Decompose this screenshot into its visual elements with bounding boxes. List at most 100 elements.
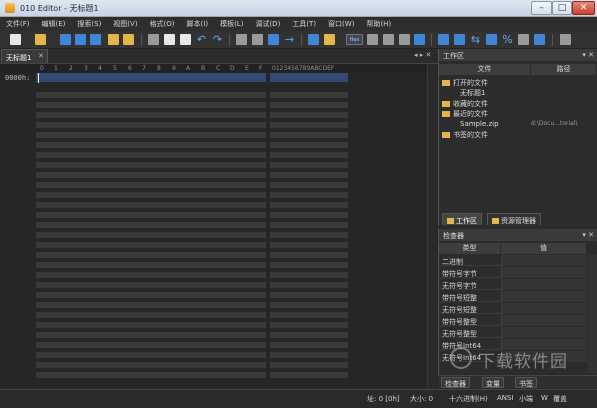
- inspector-row[interactable]: 带符号整型: [439, 315, 587, 326]
- replace-icon[interactable]: [252, 34, 263, 45]
- menu-template[interactable]: 模板(L): [220, 19, 243, 29]
- inspector-value[interactable]: [501, 315, 587, 326]
- status-overwrite[interactable]: 覆盖: [553, 394, 567, 404]
- menu-view[interactable]: 视图(V): [113, 19, 137, 29]
- inspector-row[interactable]: 无符号整型: [439, 327, 587, 338]
- tree-recent-files[interactable]: 最近的文件: [442, 109, 488, 119]
- operations-icon[interactable]: ⇆: [470, 34, 481, 45]
- inspector-row[interactable]: 无符号短整: [439, 303, 587, 314]
- find-icon[interactable]: [236, 34, 247, 45]
- tab-workspace[interactable]: 工作区: [442, 213, 482, 225]
- goto-icon[interactable]: →: [284, 34, 295, 45]
- empty-ascii-row: [270, 222, 348, 228]
- toolbar-separator: [301, 34, 302, 46]
- hex-col: 7: [142, 65, 146, 72]
- empty-ascii-row: [270, 142, 348, 148]
- text-mode-icon[interactable]: [367, 34, 378, 45]
- menu-search[interactable]: 搜索(S): [77, 19, 101, 29]
- compare-files-icon[interactable]: [518, 34, 529, 45]
- workspace-icon[interactable]: [123, 34, 134, 45]
- tree-item-untitled[interactable]: 无标题1: [460, 88, 485, 98]
- panel-menu-icon[interactable]: ▾ ✕: [582, 51, 594, 59]
- menu-tools[interactable]: 工具(T): [292, 19, 316, 29]
- status-write-mode[interactable]: W: [541, 394, 548, 402]
- open-file-icon[interactable]: [35, 34, 46, 45]
- status-address: 址: 0 [0h]: [367, 395, 400, 403]
- save-as-icon[interactable]: [75, 34, 86, 45]
- checksum-icon[interactable]: [454, 34, 465, 45]
- save-all-icon[interactable]: [90, 34, 101, 45]
- status-charset[interactable]: ANSI: [497, 394, 514, 402]
- menu-window[interactable]: 窗口(W): [328, 19, 354, 29]
- menu-help[interactable]: 帮助(H): [366, 19, 391, 29]
- inspector-scrollbar[interactable]: [588, 255, 597, 373]
- find-in-files-icon[interactable]: [268, 34, 279, 45]
- menu-format[interactable]: 格式(O): [150, 19, 175, 29]
- tab-bookmarks[interactable]: 书签: [515, 377, 537, 388]
- pause-icon[interactable]: [560, 34, 571, 45]
- editor-tab[interactable]: 无标题1 ✕: [1, 49, 48, 63]
- new-file-icon[interactable]: [10, 34, 21, 45]
- inspector-row[interactable]: 带符号字节: [439, 267, 587, 278]
- tree-open-files[interactable]: 打开的文件: [442, 78, 488, 88]
- tree-item-sample[interactable]: Sample.zip: [460, 120, 499, 128]
- tree-favorite-files[interactable]: 收藏的文件: [442, 99, 488, 109]
- column-type[interactable]: 类型: [439, 243, 501, 254]
- percent-icon[interactable]: %: [502, 34, 513, 45]
- inspector-row[interactable]: 带符号短整: [439, 291, 587, 302]
- inspector-value[interactable]: [501, 267, 587, 278]
- inspector-value[interactable]: [501, 291, 587, 302]
- panel-menu-icon[interactable]: ▾ ✕: [582, 231, 594, 239]
- vertical-scrollbar[interactable]: [427, 64, 437, 389]
- tab-variables[interactable]: 变量: [482, 377, 504, 388]
- paste-icon[interactable]: [180, 34, 191, 45]
- close-tab-icon[interactable]: ✕: [38, 52, 44, 60]
- tab-explorer[interactable]: 资源管理器: [487, 213, 541, 225]
- menu-file[interactable]: 文件(F): [6, 19, 30, 29]
- cut-icon[interactable]: [148, 34, 159, 45]
- compare-icon[interactable]: [308, 34, 319, 45]
- inspector-value[interactable]: [501, 255, 587, 266]
- hex-mode-icon[interactable]: Hex: [346, 34, 363, 45]
- columns-icon[interactable]: [399, 34, 410, 45]
- inspector-row[interactable]: 二进制: [439, 255, 587, 266]
- status-encoding-mode[interactable]: 十六进制(H): [449, 394, 488, 404]
- empty-ascii-row: [270, 112, 348, 118]
- calculator-icon[interactable]: [438, 34, 449, 45]
- template-icon[interactable]: [324, 34, 335, 45]
- paragraph-icon[interactable]: [383, 34, 394, 45]
- status-endian[interactable]: 小端: [519, 394, 533, 404]
- inspector-value[interactable]: [501, 327, 587, 338]
- column-path[interactable]: 路径: [531, 64, 597, 75]
- column-value[interactable]: 值: [501, 243, 587, 254]
- inspector-value[interactable]: [501, 303, 587, 314]
- open-folder-icon[interactable]: [108, 34, 119, 45]
- menu-script[interactable]: 脚本(I): [187, 19, 209, 29]
- settings-icon[interactable]: [534, 34, 545, 45]
- hex-editor[interactable]: 0 1 2 3 4 5 6 7 8 9 A B C D E F 01234567…: [0, 63, 438, 389]
- column-file[interactable]: 文件: [439, 64, 531, 75]
- redo-icon[interactable]: ↷: [212, 34, 223, 45]
- menu-debug[interactable]: 调试(D): [255, 19, 280, 29]
- next-tab-icon[interactable]: ▸: [420, 51, 424, 59]
- close-editor-icon[interactable]: ✕: [426, 51, 432, 59]
- menu-edit[interactable]: 编辑(E): [42, 19, 66, 29]
- save-icon[interactable]: [60, 34, 71, 45]
- close-button[interactable]: ✕: [572, 1, 595, 15]
- undo-icon[interactable]: ↶: [196, 34, 207, 45]
- empty-hex-row: [36, 252, 266, 258]
- split-view-icon[interactable]: [414, 34, 425, 45]
- empty-ascii-row: [270, 362, 348, 368]
- maximize-button[interactable]: □: [552, 1, 572, 15]
- tab-inspector[interactable]: 检查器: [441, 377, 470, 388]
- tree-bookmarked-files[interactable]: 书签的文件: [442, 130, 488, 140]
- hex-col: E: [245, 65, 249, 72]
- histogram-icon[interactable]: [486, 34, 497, 45]
- inspector-row[interactable]: 无符号字节: [439, 279, 587, 290]
- minimize-button[interactable]: –: [531, 1, 552, 15]
- empty-ascii-row: [270, 162, 348, 168]
- editor-nav: ◂ ▸ ✕: [414, 51, 438, 62]
- inspector-value[interactable]: [501, 279, 587, 290]
- prev-tab-icon[interactable]: ◂: [414, 51, 418, 59]
- copy-icon[interactable]: [164, 34, 175, 45]
